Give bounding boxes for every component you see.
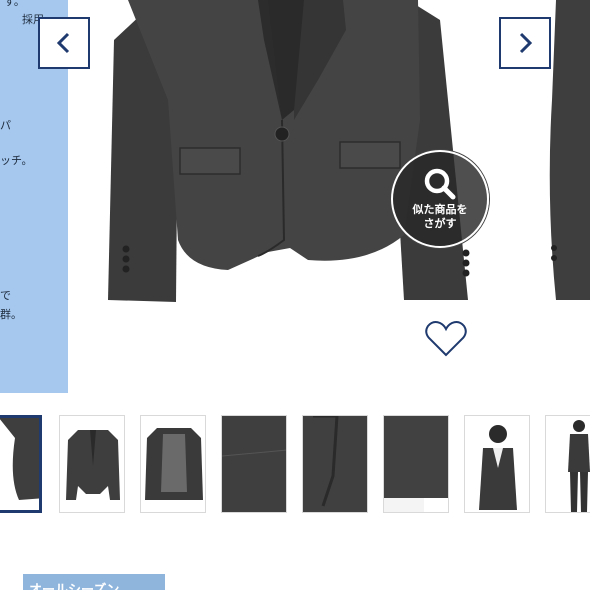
- chevron-right-icon: [519, 32, 533, 54]
- thumbnail-strip: [0, 412, 590, 516]
- description-line: す。: [4, 0, 25, 8]
- similar-products-label-line2: さがす: [423, 217, 457, 230]
- thumbnail-5[interactable]: [302, 415, 368, 513]
- thumbnail-2[interactable]: [59, 415, 125, 513]
- thumbnail-8[interactable]: [545, 415, 590, 513]
- thumbnail-6[interactable]: [383, 415, 449, 513]
- previous-image-button[interactable]: [38, 17, 90, 69]
- description-line: で: [0, 289, 11, 302]
- season-tag: オールシーズン: [23, 574, 165, 590]
- thumbnail-3[interactable]: [140, 415, 206, 513]
- similar-products-button[interactable]: 似た商品を さがす: [391, 150, 489, 248]
- heart-icon: [425, 321, 467, 357]
- next-image-button[interactable]: [499, 17, 551, 69]
- product-page: す。 採用。 パ ッチ。 で 群。: [0, 0, 590, 590]
- chevron-left-icon: [56, 32, 70, 54]
- favorite-button[interactable]: [412, 305, 480, 373]
- thumbnail-7[interactable]: [464, 415, 530, 513]
- description-line: ッチ。: [0, 154, 33, 167]
- description-line: パ: [0, 119, 11, 132]
- search-icon: [424, 168, 456, 200]
- thumbnail-1[interactable]: [0, 415, 42, 513]
- description-line: 群。: [0, 308, 22, 321]
- next-image-preview: [549, 0, 590, 300]
- thumbnail-4[interactable]: [221, 415, 287, 513]
- similar-products-label-line1: 似た商品を: [412, 203, 468, 216]
